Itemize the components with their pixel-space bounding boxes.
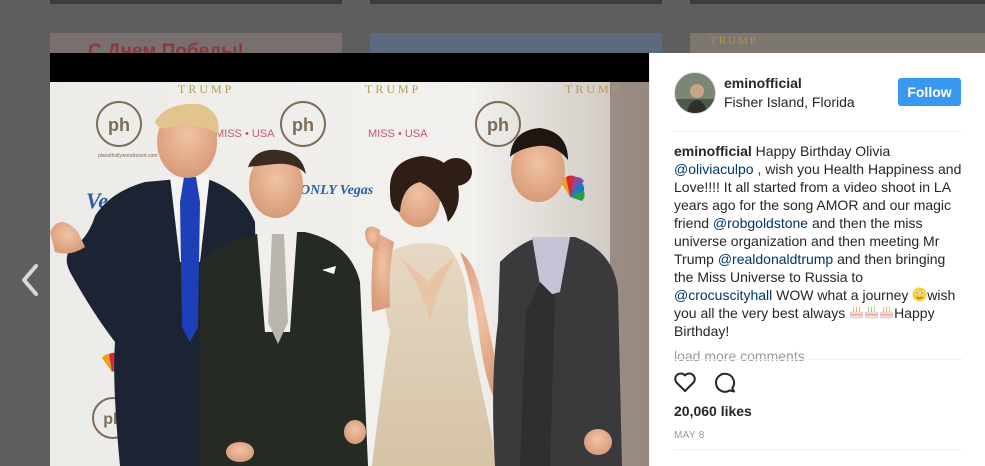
chevron-left-icon — [22, 264, 38, 296]
feed-tile[interactable] — [690, 0, 985, 4]
comment-button[interactable] — [712, 369, 738, 395]
comments-divider — [674, 359, 962, 360]
smiling-face-emoji — [912, 287, 927, 302]
footer-divider — [674, 449, 962, 450]
backdrop-ph-text: ph — [108, 115, 130, 135]
backdrop-trump-text: TRUMP — [365, 82, 421, 96]
mention-link[interactable]: @realdonaldtrump — [718, 251, 833, 267]
cake-emoji — [865, 306, 878, 319]
post-sidebar: eminofficial Fisher Island, Florida Foll… — [649, 53, 985, 466]
post-photo[interactable]: TRUMP TRUMP TRUMP MISS • USA MISS • USA … — [50, 53, 649, 466]
previous-post-button[interactable] — [18, 262, 42, 298]
backdrop-missusa-text: MISS • USA — [368, 128, 428, 140]
backdrop-vegas-text: ONLY Vegas — [300, 183, 374, 198]
caption-text: Happy Birthday Olivia — [751, 143, 891, 159]
backdrop-ph-text: ph — [292, 115, 314, 135]
like-button[interactable] — [672, 369, 698, 395]
follow-button[interactable]: Follow — [898, 78, 961, 106]
photo-image: TRUMP TRUMP TRUMP MISS • USA MISS • USA … — [50, 82, 649, 466]
comments-area[interactable]: eminofficial Happy Birthday Olivia @oliv… — [674, 142, 964, 358]
username-link[interactable]: eminofficial — [724, 75, 802, 91]
mention-link[interactable]: @crocuscityhall — [674, 287, 772, 303]
caption-author-link[interactable]: eminofficial — [674, 143, 752, 159]
feed-tile[interactable] — [370, 0, 662, 4]
feed-tile-caption: TRUMP — [710, 35, 758, 47]
load-more-comments-button[interactable]: load more comments — [674, 348, 805, 364]
post-caption: eminofficial Happy Birthday Olivia @oliv… — [674, 142, 964, 340]
comment-icon — [715, 372, 735, 393]
backdrop-trump-text: TRUMP — [565, 82, 621, 96]
location-link[interactable]: Fisher Island, Florida — [724, 94, 855, 110]
feed-tile[interactable] — [50, 0, 342, 4]
post-modal: TRUMP TRUMP TRUMP MISS • USA MISS • USA … — [50, 53, 985, 466]
feed-tile-caption: С Днем Победы! — [88, 41, 244, 53]
heart-icon — [674, 372, 696, 392]
post-header: eminofficial Fisher Island, Florida Foll… — [650, 53, 985, 131]
feed-tile[interactable]: TRUMP — [690, 33, 985, 53]
cake-emoji — [850, 306, 863, 319]
backdrop-ph-text: ph — [487, 115, 509, 135]
caption-text: WOW what a journey — [772, 287, 913, 303]
post-date[interactable]: MAY 8 — [674, 430, 705, 441]
mention-link[interactable]: @oliviaculpo — [674, 161, 754, 177]
backdrop-url-text: planethollywoodresort.com — [98, 153, 157, 159]
feed-tile[interactable]: С Днем Победы! — [50, 33, 342, 53]
like-count[interactable]: 20,060 likes — [674, 403, 752, 419]
mention-link[interactable]: @robgoldstone — [713, 215, 808, 231]
backdrop-missusa-text: MISS • USA — [215, 128, 275, 140]
avatar[interactable] — [674, 72, 716, 114]
header-divider — [674, 131, 962, 132]
avatar-photo — [675, 73, 715, 113]
feed-tile[interactable] — [370, 33, 662, 53]
backdrop-trump-text: TRUMP — [178, 82, 234, 96]
cake-emoji — [880, 306, 893, 319]
